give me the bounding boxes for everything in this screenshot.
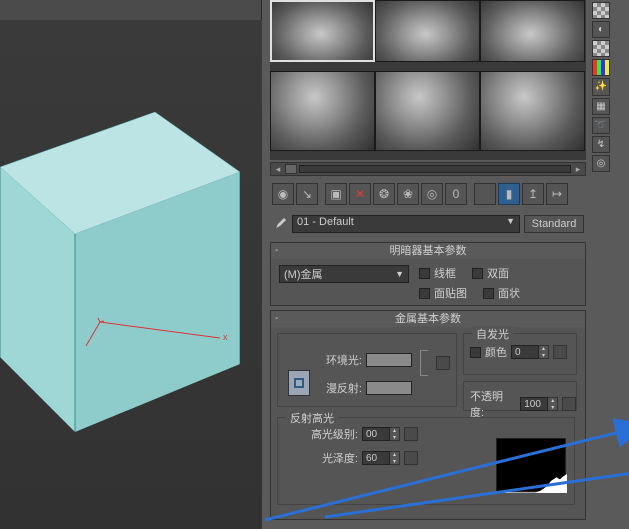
viewport-inner[interactable]: x [0, 20, 262, 529]
svg-text:x: x [223, 332, 228, 342]
gloss-map-button[interactable] [404, 451, 418, 465]
scroll-track[interactable] [299, 165, 571, 173]
assign-to-sel-icon[interactable]: ▣ [325, 183, 347, 205]
diffuse-label: 漫反射: [320, 380, 362, 396]
gloss-label: 光泽度: [302, 450, 358, 466]
specular-group: 反射高光 高光级别: 00 ▴▾ 光泽度: 60 ▴▾ [277, 417, 575, 505]
metal-basic-rollout: - 金属基本参数 环境光: 漫反射: [270, 310, 586, 520]
shader-type-combo[interactable]: (M)金属 ▼ [279, 265, 409, 283]
selfillum-map-button[interactable] [553, 345, 567, 359]
material-slot-5[interactable] [375, 71, 480, 151]
two-sided-checkbox[interactable]: 双面 [472, 265, 509, 281]
put-to-lib-icon[interactable]: ◎ [421, 183, 443, 205]
selfillum-spinner[interactable]: 0 ▴▾ [511, 345, 549, 359]
material-name-text: 01 - Default [297, 216, 354, 228]
background-icon[interactable] [592, 40, 610, 57]
put-to-scene-icon[interactable]: ↘ [296, 183, 318, 205]
color-lock-button[interactable] [436, 356, 450, 370]
material-slot-6[interactable] [480, 71, 585, 151]
material-toolbar: ◉ ↘ ▣ ✕ ❂ ❀ ◎ 0 ▮ ↥ ↦ [270, 180, 586, 208]
material-slot-2[interactable] [375, 0, 480, 62]
shader-type-value: (M)金属 [284, 266, 323, 282]
material-slots [270, 0, 586, 160]
diffuse-swatch[interactable] [366, 381, 412, 395]
self-illum-group: 自发光 颜色 0 ▴▾ [463, 333, 577, 375]
make-copy-icon[interactable]: ❂ [373, 183, 395, 205]
spinner-arrows-icon[interactable]: ▴▾ [390, 427, 400, 441]
minus-icon[interactable]: - [275, 311, 278, 327]
show-map-icon[interactable] [474, 183, 496, 205]
specular-curve-graph [496, 438, 566, 492]
sample-type-icon[interactable] [592, 2, 610, 19]
scroll-right-icon[interactable]: ▸ [573, 164, 583, 175]
wireframe-checkbox[interactable]: 线框 [419, 265, 456, 281]
mat-map-nav-icon[interactable] [592, 155, 610, 172]
self-illum-title: 自发光 [472, 326, 513, 342]
colors-group: 环境光: 漫反射: [277, 333, 457, 407]
show-end-result-icon[interactable]: ▮ [498, 183, 520, 205]
make-unique-icon[interactable]: ❀ [397, 183, 419, 205]
opacity-label: 不透明度: [470, 388, 516, 420]
video-check-icon[interactable] [592, 78, 610, 95]
spec-level-spinner[interactable]: 00 ▴▾ [362, 427, 400, 441]
spinner-arrows-icon[interactable]: ▴▾ [390, 451, 400, 465]
scroll-thumb[interactable] [285, 164, 297, 174]
lock-ambient-diffuse-button[interactable] [288, 370, 310, 396]
rollout-title[interactable]: - 金属基本参数 [271, 311, 585, 327]
spec-level-label: 高光级别: [302, 426, 358, 442]
eyedropper-icon[interactable] [272, 216, 288, 232]
get-material-icon[interactable]: ◉ [272, 183, 294, 205]
minus-icon[interactable]: - [275, 243, 278, 259]
backlight-icon[interactable]: ◐ [592, 21, 610, 38]
specular-title: 反射高光 [286, 410, 338, 426]
opacity-map-button[interactable] [562, 397, 576, 411]
dropdown-icon[interactable]: ▼ [506, 216, 515, 226]
cube-object[interactable]: x [0, 112, 240, 472]
side-icon-rail: ◐ [590, 0, 624, 172]
options-icon[interactable] [592, 117, 610, 134]
go-forward-icon[interactable]: ↦ [546, 183, 568, 205]
selfillum-color-checkbox[interactable]: 颜色 [470, 344, 507, 360]
viewport[interactable]: x [0, 0, 262, 529]
opacity-group: 不透明度: 100 ▴▾ [463, 381, 577, 411]
opacity-value[interactable]: 100 [520, 397, 548, 411]
spec-level-value[interactable]: 00 [362, 427, 390, 441]
material-slot-4[interactable] [270, 71, 375, 151]
dropdown-icon[interactable]: ▼ [395, 269, 404, 279]
shader-basic-rollout: - 明暗器基本参数 (M)金属 ▼ 线框 双面 面贴图 面状 [270, 242, 586, 306]
select-by-mat-icon[interactable] [592, 136, 610, 153]
make-preview-icon[interactable] [592, 98, 610, 115]
material-name-input[interactable]: 01 - Default ▼ [292, 215, 520, 233]
spinner-arrows-icon[interactable]: ▴▾ [539, 345, 549, 359]
reset-map-icon[interactable]: ✕ [349, 183, 371, 205]
facemap-checkbox[interactable]: 面贴图 [419, 285, 467, 301]
material-slot-1[interactable] [270, 0, 375, 62]
gloss-spinner[interactable]: 60 ▴▾ [362, 451, 400, 465]
opacity-spinner[interactable]: 100 ▴▾ [520, 397, 558, 411]
slot-scrollbar[interactable]: ◂ ▸ [270, 162, 586, 176]
mat-id-icon[interactable]: 0 [445, 183, 467, 205]
ambient-label: 环境光: [320, 352, 362, 368]
selfillum-value[interactable]: 0 [511, 345, 539, 359]
material-type-button[interactable]: Standard [524, 215, 584, 233]
spinner-arrows-icon[interactable]: ▴▾ [548, 397, 558, 411]
spec-level-map-button[interactable] [404, 427, 418, 441]
gloss-value[interactable]: 60 [362, 451, 390, 465]
material-name-row: 01 - Default ▼ Standard [270, 212, 586, 236]
material-editor: ◐ ◂ ▸ ◉ ↘ ▣ ✕ ❂ ❀ ◎ 0 ▮ ↥ ↦ 01 - Default… [262, 0, 629, 529]
material-slot-3[interactable] [480, 0, 585, 62]
rollout-title[interactable]: - 明暗器基本参数 [271, 243, 585, 259]
scroll-left-icon[interactable]: ◂ [273, 164, 283, 175]
go-parent-icon[interactable]: ↥ [522, 183, 544, 205]
ambient-swatch[interactable] [366, 353, 412, 367]
sample-uv-icon[interactable] [592, 59, 610, 76]
faceted-checkbox[interactable]: 面状 [483, 285, 520, 301]
